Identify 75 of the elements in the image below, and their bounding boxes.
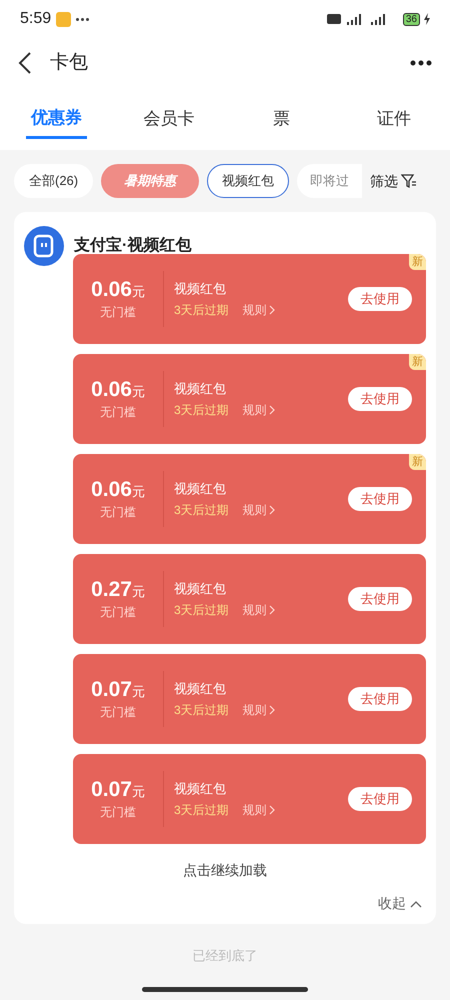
more-icon[interactable] [410, 60, 432, 66]
amount-unit: 元 [132, 382, 145, 401]
coupon-title: 视频红包 [174, 380, 227, 398]
coupon-title: 视频红包 [174, 780, 227, 798]
filter-button[interactable]: 筛选 [370, 170, 418, 192]
expiry-text: 3天后过期 [174, 802, 229, 819]
chevron-right-icon [268, 704, 276, 715]
new-badge: 新 [409, 254, 426, 270]
app-notification-icon [56, 12, 72, 26]
filter-chip[interactable]: 视频红包 [207, 164, 290, 198]
chevron-right-icon [268, 304, 276, 315]
page-title: 卡包 [50, 50, 88, 75]
coupon-amount: 0.07 [91, 676, 132, 703]
use-button[interactable]: 去使用 [348, 687, 412, 711]
rules-link[interactable]: 规则 [242, 700, 276, 719]
coupon-title: 视频红包 [174, 680, 227, 698]
tab[interactable]: 票 [251, 99, 312, 139]
amount-unit: 元 [132, 282, 145, 301]
rules-link[interactable]: 规则 [242, 500, 276, 519]
tab[interactable]: 证件 [364, 99, 424, 139]
coupon-amount: 0.06 [91, 276, 132, 303]
funnel-icon [401, 173, 418, 189]
chevron-right-icon [268, 804, 276, 815]
coupon-title: 视频红包 [174, 580, 227, 598]
rules-link[interactable]: 规则 [242, 300, 276, 319]
coupon-title: 视频红包 [174, 280, 227, 298]
load-more-button[interactable]: 点击继续加载 [183, 860, 267, 881]
coupon-amount: 0.07 [91, 776, 132, 803]
filter-chip[interactable]: 即将过 [297, 164, 362, 198]
coupon-amount: 0.06 [91, 376, 132, 403]
coupon-condition: 无门槛 [100, 704, 136, 722]
battery-indicator: 36 [402, 12, 420, 26]
amount-unit: 元 [132, 782, 145, 801]
amount-unit: 元 [132, 682, 145, 701]
filter-chip[interactable]: 全部(26) [14, 164, 94, 198]
rules-link[interactable]: 规则 [242, 800, 276, 819]
more-notifications-icon [76, 18, 90, 20]
coupon-amount: 0.27 [91, 576, 132, 603]
expiry-text: 3天后过期 [174, 402, 229, 419]
chevron-up-icon [410, 900, 422, 908]
use-button[interactable]: 去使用 [348, 387, 412, 411]
coupon-title: 视频红包 [174, 480, 227, 498]
filter-chip[interactable]: 暑期特惠 [101, 164, 200, 198]
tab[interactable]: 优惠券 [26, 99, 86, 139]
amount-unit: 元 [132, 582, 145, 601]
tab[interactable]: 会员卡 [138, 99, 199, 139]
use-button[interactable]: 去使用 [348, 587, 412, 611]
coupon-condition: 无门槛 [100, 504, 136, 522]
expiry-text: 3天后过期 [174, 602, 229, 619]
new-badge: 新 [409, 454, 426, 470]
expiry-text: 3天后过期 [174, 502, 229, 519]
back-icon[interactable] [18, 52, 32, 74]
charging-icon [424, 13, 430, 25]
rules-link[interactable]: 规则 [242, 600, 276, 619]
coupon-amount: 0.06 [91, 476, 132, 503]
chevron-right-icon [268, 504, 276, 515]
chevron-right-icon [268, 604, 276, 615]
group-title: 支付宝·视频红包 [74, 235, 192, 256]
chevron-right-icon [268, 404, 276, 415]
new-badge: 新 [409, 354, 426, 370]
status-time: 5:59 [20, 9, 52, 29]
use-button[interactable]: 去使用 [348, 487, 412, 511]
video-app-logo-icon [24, 226, 64, 266]
use-button[interactable]: 去使用 [348, 287, 412, 311]
coupon-condition: 无门槛 [100, 804, 136, 822]
amount-unit: 元 [132, 482, 145, 501]
coupon-condition: 无门槛 [100, 304, 136, 322]
expiry-text: 3天后过期 [174, 302, 229, 319]
end-of-list-text: 已经到底了 [192, 947, 258, 965]
coupon-condition: 无门槛 [100, 604, 136, 622]
use-button[interactable]: 去使用 [348, 787, 412, 811]
collapse-button[interactable]: 收起 [378, 893, 422, 914]
coupon-condition: 无门槛 [100, 404, 136, 422]
expiry-text: 3天后过期 [174, 702, 229, 719]
rules-link[interactable]: 规则 [242, 400, 276, 419]
